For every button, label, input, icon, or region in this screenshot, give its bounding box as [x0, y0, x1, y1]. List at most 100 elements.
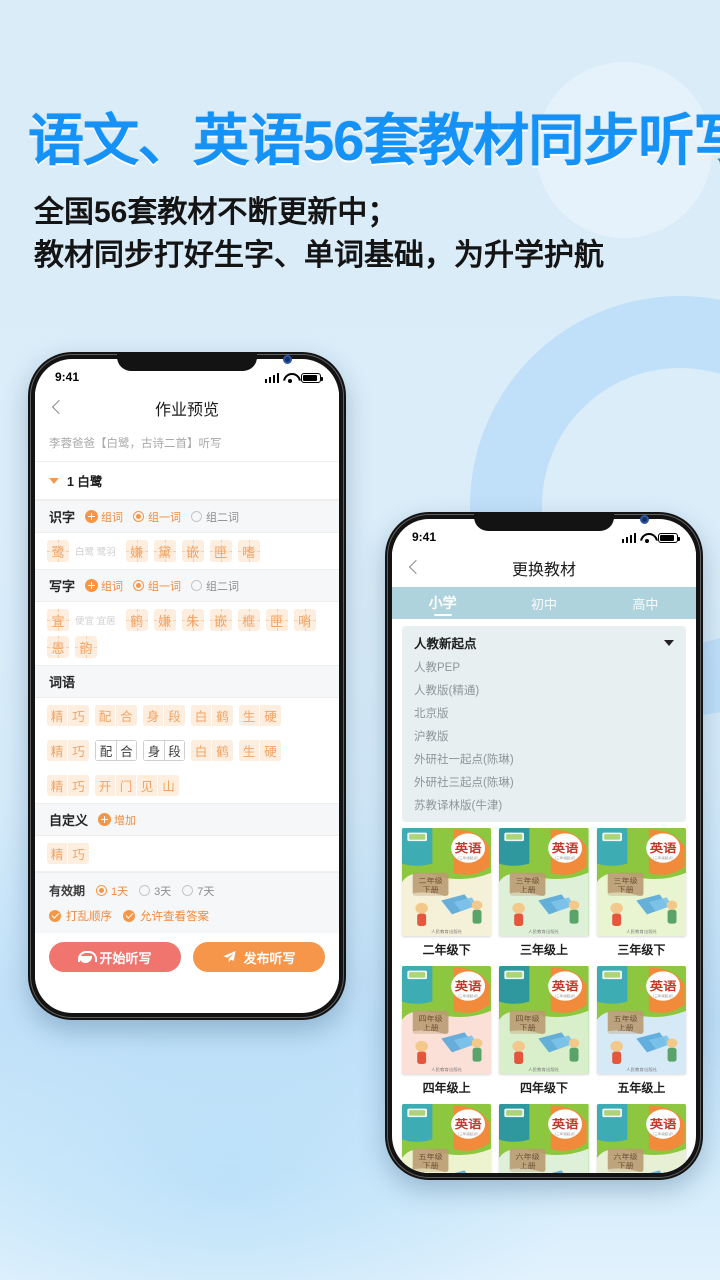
- add-custom-button[interactable]: 增加: [98, 812, 136, 828]
- char-chip[interactable]: 嫌: [125, 540, 148, 562]
- char-chip[interactable]: 宜: [47, 609, 69, 631]
- textbook-item[interactable]: 英语（三年级起点）六年级上册人民教育出版社: [499, 1104, 589, 1173]
- textbook-item[interactable]: 英语 （三年级起点） 二年级 下册 人民教育出版社 二年级下: [402, 828, 492, 960]
- add-word-button-xiezi[interactable]: 组词: [85, 578, 123, 594]
- char-chip[interactable]: 嵌: [209, 609, 232, 631]
- add-word-button-shizi[interactable]: 组词: [85, 509, 123, 525]
- word-chip[interactable]: 精巧: [47, 775, 89, 796]
- char-chip[interactable]: 黛: [153, 540, 176, 562]
- word-chip[interactable]: 白鹤: [191, 740, 233, 761]
- chapter-header[interactable]: 1 白鹭: [35, 462, 339, 500]
- svg-text:英语: 英语: [455, 979, 482, 993]
- validity-option-7day[interactable]: 7天: [182, 883, 214, 899]
- word-chip[interactable]: 配合: [95, 740, 137, 761]
- nav-bar-left: 作业预览: [35, 389, 339, 427]
- publisher-selected-row[interactable]: 人教新起点: [414, 633, 674, 655]
- section-title: 写字: [49, 579, 76, 594]
- publisher-item[interactable]: 外研社三起点(陈琳): [414, 770, 674, 793]
- phone-screen-left: 9:41 作业预览 李蓉爸爸【白鹭，古诗二首】听写 1 白鹭 识字 组词 组一词…: [35, 359, 339, 1013]
- radio-two-word-xiezi[interactable]: 组二词: [191, 578, 239, 594]
- textbook-label: 四年级下: [519, 1081, 568, 1095]
- word-chip[interactable]: 生硬: [239, 705, 281, 726]
- textbook-item[interactable]: 英语 （三年级起点） 三年级 下册 人民教育出版社 三年级下: [596, 828, 686, 960]
- word-chip[interactable]: 精巧: [47, 740, 89, 761]
- word-row: 精巧开门见山: [35, 768, 339, 803]
- word-chip-char: 生: [239, 705, 260, 726]
- validity-label-text: 7天: [197, 885, 215, 898]
- tab-high-school[interactable]: 高中: [595, 587, 696, 619]
- textbook-item[interactable]: 英语 （三年级起点） 四年级 下册 人民教育出版社 四年级下: [499, 966, 589, 1098]
- svg-text:六年级: 六年级: [516, 1151, 541, 1160]
- publish-dictation-button[interactable]: 发布听写: [193, 942, 325, 972]
- tab-middle-school[interactable]: 初中: [493, 587, 594, 619]
- char-chip[interactable]: 鹭: [47, 540, 69, 562]
- radio-icon: [191, 511, 203, 522]
- char-chip[interactable]: 韵: [75, 636, 97, 658]
- textbook-item[interactable]: 英语 （三年级起点） 五年级 上册 人民教育出版社 五年级上: [596, 966, 686, 1098]
- publisher-item[interactable]: 外研社一起点(陈琳): [414, 747, 674, 770]
- publisher-item[interactable]: 北京版: [414, 701, 674, 724]
- char-chip[interactable]: 嫌: [153, 609, 176, 631]
- publisher-item[interactable]: 人教版(精通): [414, 678, 674, 701]
- radio-label: 组一词: [148, 511, 182, 524]
- char-chip[interactable]: 匣: [265, 609, 288, 631]
- word-chip[interactable]: 身段: [143, 740, 185, 761]
- nav-bar-right: 更换教材: [392, 549, 696, 587]
- validity-option-3day[interactable]: 3天: [139, 883, 171, 899]
- char-chip[interactable]: 朱: [181, 609, 204, 631]
- publisher-item[interactable]: 沪教版: [414, 724, 674, 747]
- char-chip[interactable]: 嗜: [237, 540, 260, 562]
- char-chip[interactable]: 嵌: [181, 540, 204, 562]
- phone-mockup-right: 9:41 更换教材 小学 初中 高中 人教新起点 人教PEP 人教版(精通) 北…: [385, 512, 703, 1180]
- char-chip[interactable]: 哨: [293, 609, 316, 631]
- word-chip[interactable]: 生硬: [239, 740, 281, 761]
- textbook-item[interactable]: 英语 （三年级起点） 三年级 上册 人民教育出版社 三年级上: [499, 828, 589, 960]
- svg-text:二年级: 二年级: [419, 875, 444, 884]
- word-chip-char: 配: [95, 705, 116, 726]
- validity-option-1day[interactable]: 1天: [96, 883, 128, 899]
- textbook-item[interactable]: 英语（三年级起点）六年级下册人民教育出版社: [596, 1104, 686, 1173]
- char-chip[interactable]: 恩: [47, 636, 69, 658]
- word-chip[interactable]: 开门见山: [95, 775, 179, 796]
- validity-row: 有效期 1天 3天 7天: [49, 882, 325, 899]
- word-chip-char: 合: [116, 740, 137, 761]
- section-header-custom: 自定义 增加: [35, 803, 339, 836]
- radio-two-word-shizi[interactable]: 组二词: [191, 509, 239, 525]
- textbook-cover: 英语（三年级起点）五年级下册人民教育出版社: [402, 1104, 492, 1173]
- checkbox-allow-answers[interactable]: 允许查看答案: [123, 908, 209, 924]
- textbook-item[interactable]: 英语 （三年级起点） 四年级 上册 人民教育出版社 四年级上: [402, 966, 492, 1098]
- radio-one-word-shizi[interactable]: 组一词: [133, 509, 181, 525]
- char-chip[interactable]: 框: [237, 609, 260, 631]
- char-hint: 白鹭 鹭羽: [75, 547, 116, 558]
- section-title: 词语: [49, 675, 76, 690]
- publisher-item[interactable]: 人教PEP: [414, 655, 674, 678]
- cellular-signal-icon: [621, 532, 636, 543]
- publisher-item[interactable]: 苏教译林版(牛津): [414, 793, 674, 816]
- word-chip[interactable]: 白鹤: [191, 705, 233, 726]
- start-dictation-label: 开始听写: [99, 950, 152, 966]
- poster-headline: 语文、英语56套教材同步听写: [28, 109, 720, 172]
- textbook-item[interactable]: 英语（三年级起点）五年级下册人民教育出版社: [402, 1104, 492, 1173]
- tab-label: 初中: [530, 596, 557, 612]
- svg-text:（三年级起点）: （三年级起点）: [553, 855, 578, 860]
- word-chip-char: 硬: [260, 705, 281, 726]
- checkbox-label: 允许查看答案: [140, 911, 209, 923]
- tab-primary-school[interactable]: 小学: [392, 587, 493, 619]
- svg-text:六年级: 六年级: [613, 1151, 638, 1160]
- word-chip-char: 开: [95, 775, 116, 796]
- checkbox-shuffle[interactable]: 打乱顺序: [49, 908, 112, 924]
- textbook-cover: 英语 （三年级起点） 三年级 下册 人民教育出版社: [596, 828, 686, 936]
- char-chip[interactable]: 匣: [209, 540, 232, 562]
- svg-text:五年级: 五年级: [613, 1013, 638, 1022]
- radio-one-word-xiezi[interactable]: 组一词: [133, 578, 181, 594]
- phone-mockup-left: 9:41 作业预览 李蓉爸爸【白鹭，古诗二首】听写 1 白鹭 识字 组词 组一词…: [28, 352, 346, 1020]
- svg-text:（三年级起点）: （三年级起点）: [456, 1131, 481, 1136]
- start-dictation-button[interactable]: 开始听写: [49, 942, 181, 972]
- caret-down-icon: [49, 477, 59, 484]
- word-chip[interactable]: 配合: [95, 705, 137, 726]
- word-chip-char: 巧: [68, 775, 89, 796]
- word-chip[interactable]: 精巧: [47, 843, 89, 864]
- word-chip[interactable]: 身段: [143, 705, 185, 726]
- word-chip[interactable]: 精巧: [47, 705, 89, 726]
- char-chip[interactable]: 鹤: [125, 609, 148, 631]
